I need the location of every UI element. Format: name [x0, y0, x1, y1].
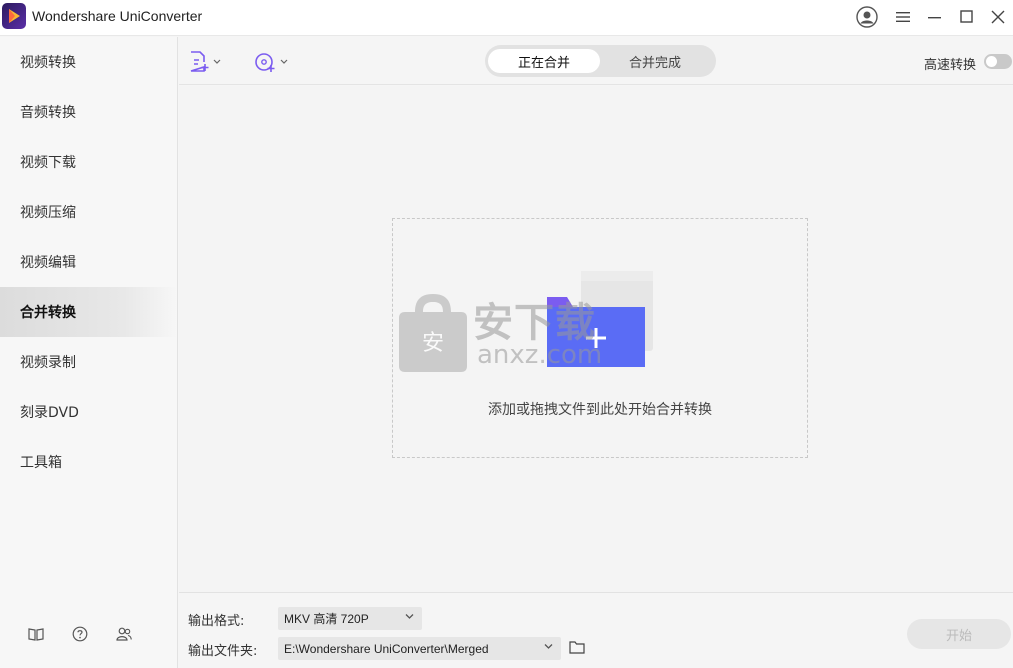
- tab-merging[interactable]: 正在合并: [488, 49, 600, 73]
- users-icon[interactable]: [115, 625, 133, 643]
- sidebar-item-audio-convert[interactable]: 音频转换: [0, 87, 177, 137]
- chevron-down-icon: [544, 644, 553, 649]
- sidebar-item-label: 视频编辑: [20, 255, 76, 271]
- tab-merge-finished[interactable]: 合并完成: [599, 49, 711, 73]
- sidebar-item-toolbox[interactable]: 工具箱: [0, 437, 177, 487]
- add-dvd-icon: [255, 53, 275, 72]
- sidebar-item-video-edit[interactable]: 视频编辑: [0, 237, 177, 287]
- sidebar-item-video-compress[interactable]: 视频压缩: [0, 187, 177, 237]
- output-folder-value: E:\Wondershare UniConverter\Merged: [284, 641, 489, 656]
- help-icon[interactable]: [71, 625, 89, 643]
- minimize-icon[interactable]: [921, 4, 949, 30]
- book-icon[interactable]: [27, 625, 45, 643]
- add-file-icon: [190, 51, 209, 72]
- sidebar-item-burn-dvd[interactable]: 刻录DVD: [0, 387, 177, 437]
- output-folder-label: 输出文件夹:: [188, 644, 258, 659]
- sidebar-item-label: 刻录DVD: [20, 405, 79, 421]
- close-icon[interactable]: [984, 4, 1012, 30]
- shield-icon: 安: [399, 294, 467, 372]
- chevron-down-icon: [405, 614, 414, 619]
- sidebar-item-label: 视频下载: [20, 155, 76, 171]
- menu-icon[interactable]: [889, 4, 917, 30]
- sidebar: 视频转换 音频转换 视频下载 视频压缩 视频编辑 合并转换 视频录制 刻录DVD…: [0, 37, 178, 668]
- toggle-knob: [986, 56, 997, 67]
- output-format-select[interactable]: MKV 高清 720P: [278, 607, 422, 630]
- app-title: Wondershare UniConverter: [32, 8, 203, 24]
- output-format-label: 输出格式:: [188, 614, 245, 629]
- output-format-value: MKV 高清 720P: [284, 612, 369, 626]
- toolbar: 正在合并 合并完成 高速转换: [179, 37, 1013, 85]
- sidebar-item-label: 工具箱: [20, 455, 62, 471]
- start-button[interactable]: 开始: [907, 619, 1011, 649]
- turbo-convert-toggle[interactable]: [984, 54, 1012, 69]
- output-folder-select[interactable]: E:\Wondershare UniConverter\Merged: [278, 637, 561, 660]
- sidebar-item-label: 视频转换: [20, 55, 76, 71]
- sidebar-item-video-convert[interactable]: 视频转换: [0, 37, 177, 87]
- footer: 输出格式: MKV 高清 720P 输出文件夹: E:\Wondershare …: [179, 592, 1013, 668]
- sidebar-item-label: 视频压缩: [20, 205, 76, 221]
- sidebar-item-label: 视频录制: [20, 355, 76, 371]
- sidebar-item-screen-record[interactable]: 视频录制: [0, 337, 177, 387]
- maximize-icon[interactable]: [953, 4, 981, 30]
- watermark-subtext: anxz.com: [477, 340, 603, 370]
- sidebar-item-video-download[interactable]: 视频下载: [0, 137, 177, 187]
- title-bar: Wondershare UniConverter: [0, 0, 1013, 36]
- chevron-down-icon: [213, 59, 221, 64]
- watermark: 安 安下载 anxz.com: [397, 290, 627, 380]
- svg-text:安: 安: [422, 331, 444, 356]
- add-file-button[interactable]: [189, 49, 221, 75]
- merge-status-tabs: 正在合并 合并完成: [485, 45, 716, 77]
- drop-zone-hint: 添加或拖拽文件到此处开始合并转换: [488, 402, 712, 418]
- sidebar-item-merge[interactable]: 合并转换: [0, 287, 177, 337]
- main-area: 添加或拖拽文件到此处开始合并转换 安 安下载 anxz.com: [179, 86, 1013, 592]
- sidebar-item-label: 音频转换: [20, 105, 76, 121]
- account-icon[interactable]: [853, 4, 881, 30]
- add-dvd-button[interactable]: [254, 49, 288, 75]
- chevron-down-icon: [280, 59, 288, 64]
- folder-icon[interactable]: [569, 640, 587, 656]
- app-logo: [2, 3, 26, 29]
- turbo-convert-label: 高速转换: [924, 58, 977, 73]
- sidebar-item-label: 合并转换: [20, 305, 76, 321]
